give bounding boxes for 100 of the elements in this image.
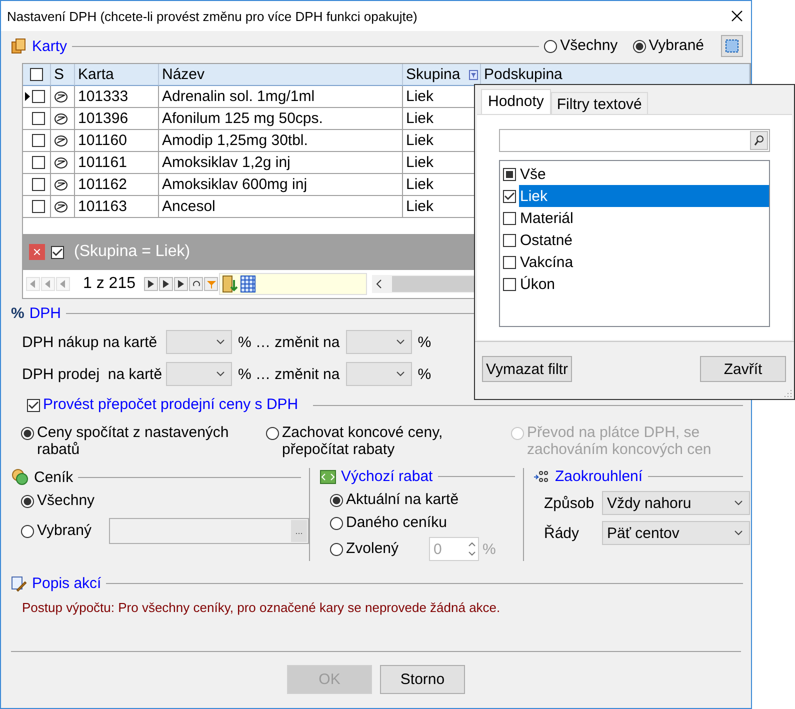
value-checkbox[interactable] (503, 256, 516, 268)
value-checkbox[interactable] (503, 234, 516, 246)
pill-icon (54, 178, 68, 190)
table-cell: 101161 (78, 154, 127, 171)
search-icon (754, 135, 764, 146)
next-page-button[interactable] (159, 277, 174, 291)
browse-button[interactable]: ... (291, 520, 307, 542)
radio-button[interactable] (330, 543, 343, 556)
description-text: Postup výpočtu: Pro všechny ceníky, pro označené kary se neprovede žádná akce. (22, 600, 502, 615)
check-icon (52, 248, 63, 256)
filter-icon (206, 280, 216, 288)
radio-label[interactable]: Zvolený (346, 540, 399, 558)
radio-label[interactable]: Zachovat koncové ceny, přepočítat rabaty (282, 424, 476, 458)
column-header[interactable]: Název (162, 66, 205, 83)
close-icon (34, 249, 40, 255)
popup-tab[interactable]: Hodnoty (481, 89, 551, 114)
next-button[interactable] (144, 277, 158, 291)
radio-button[interactable] (632, 40, 646, 53)
dialog-button[interactable]: Storno (380, 665, 465, 694)
field-label: Řády (544, 524, 580, 542)
pill-icon (54, 112, 68, 124)
discount-icon (320, 470, 336, 484)
resize-grip-icon[interactable] (784, 389, 792, 397)
radio-label[interactable]: Všechny (560, 37, 618, 55)
popup-tab[interactable]: Filtry textové (550, 92, 648, 114)
value-checkbox[interactable] (503, 278, 516, 290)
search-field[interactable] (499, 129, 770, 152)
rounding-dropdown[interactable]: Päť centov (602, 521, 750, 545)
right-arrow-icon (148, 280, 154, 288)
pill-icon (54, 134, 68, 146)
filter-value-item[interactable]: Vakcína (519, 251, 769, 273)
radio-button[interactable] (21, 427, 34, 440)
filter-checkbox[interactable] (51, 246, 64, 258)
row-checkbox[interactable] (32, 112, 45, 125)
section-title: Výchozí rabat (341, 468, 433, 485)
row-checkbox[interactable] (32, 90, 45, 103)
filter-value-item[interactable]: Vše (519, 163, 769, 185)
field-label: DPH prodej na kartě (22, 366, 160, 382)
filter-icon[interactable] (469, 70, 478, 80)
search-button[interactable] (750, 131, 768, 150)
recalculate-checkbox[interactable] (27, 398, 40, 412)
select-all-checkbox[interactable] (30, 68, 43, 81)
refresh-button[interactable] (189, 277, 204, 291)
radio-label[interactable]: Všechny (37, 492, 95, 510)
close-icon[interactable] (731, 10, 743, 22)
page-counter: 1 z 215 (82, 275, 136, 293)
table-cell: 101396 (78, 110, 128, 127)
row-checkbox[interactable] (32, 178, 45, 191)
radio-button[interactable] (330, 494, 343, 507)
row-checkbox[interactable] (32, 200, 45, 213)
radio-button[interactable] (21, 525, 34, 538)
popup-button[interactable]: Zavřít (700, 356, 786, 382)
field-label: % … změnit na (238, 366, 340, 382)
radio-label[interactable]: Vybrané (648, 37, 704, 55)
last-page-button[interactable] (174, 277, 188, 291)
radio-label[interactable]: Vybraný (37, 522, 92, 540)
select-all-checkbox[interactable] (503, 168, 516, 180)
radio-button[interactable] (266, 427, 279, 440)
section-title: Popis akcí (32, 575, 102, 592)
table-cell: Amoksiklav 1,2g inj (162, 154, 290, 171)
radio-button[interactable] (330, 517, 343, 530)
pill-icon (54, 156, 68, 168)
table-cell: Liek (406, 154, 434, 171)
filter-value-item[interactable]: Liek (519, 185, 769, 207)
checkbox-label[interactable]: Provést přepočet prodejní ceny s DPH (43, 396, 298, 414)
radio-label[interactable]: Daného ceníku (346, 514, 447, 532)
value-checkbox[interactable] (503, 212, 516, 224)
filter-value-item[interactable]: Ostatné (519, 229, 769, 251)
percent-icon: % (11, 305, 24, 322)
right-arrow-icon (178, 280, 184, 288)
pricelist-field[interactable]: ... (109, 518, 309, 544)
radio-label[interactable]: Aktuální na kartě (346, 491, 459, 509)
cards-icon (11, 38, 27, 54)
grid-icon[interactable] (240, 275, 256, 293)
radio-button[interactable] (21, 495, 34, 508)
table-cell: Liek (406, 198, 434, 215)
section-title: Ceník (34, 468, 74, 486)
table-cell: 101333 (78, 88, 128, 105)
filter-value-item[interactable]: Úkon (519, 273, 769, 295)
filter-value-item[interactable]: Materiál (519, 207, 769, 229)
field-label: Způsob (544, 494, 596, 512)
select-all-button[interactable] (721, 35, 743, 57)
value-checkbox[interactable] (503, 190, 516, 202)
pill-icon (54, 90, 68, 102)
chevron-icon (216, 371, 225, 377)
column-chooser-icon[interactable] (222, 275, 238, 293)
unit-label: % (418, 334, 432, 350)
chevron-icon (216, 339, 225, 345)
row-checkbox[interactable] (32, 156, 45, 169)
clear-filter-button[interactable] (29, 244, 45, 260)
coins-icon (11, 468, 29, 486)
popup-button[interactable]: Vymazat filtr (482, 356, 572, 382)
selection-icon (725, 39, 739, 53)
row-checkbox[interactable] (32, 134, 45, 147)
left-arrow-icon (60, 280, 66, 288)
unit-label: % (482, 540, 496, 558)
radio-label[interactable]: Ceny spočítat z nastavených rabatů (37, 424, 231, 458)
rounding-dropdown[interactable]: Vždy nahoru (602, 491, 750, 515)
table-cell: Amodip 1,25mg 30tbl. (162, 132, 308, 149)
radio-button[interactable] (544, 40, 558, 53)
